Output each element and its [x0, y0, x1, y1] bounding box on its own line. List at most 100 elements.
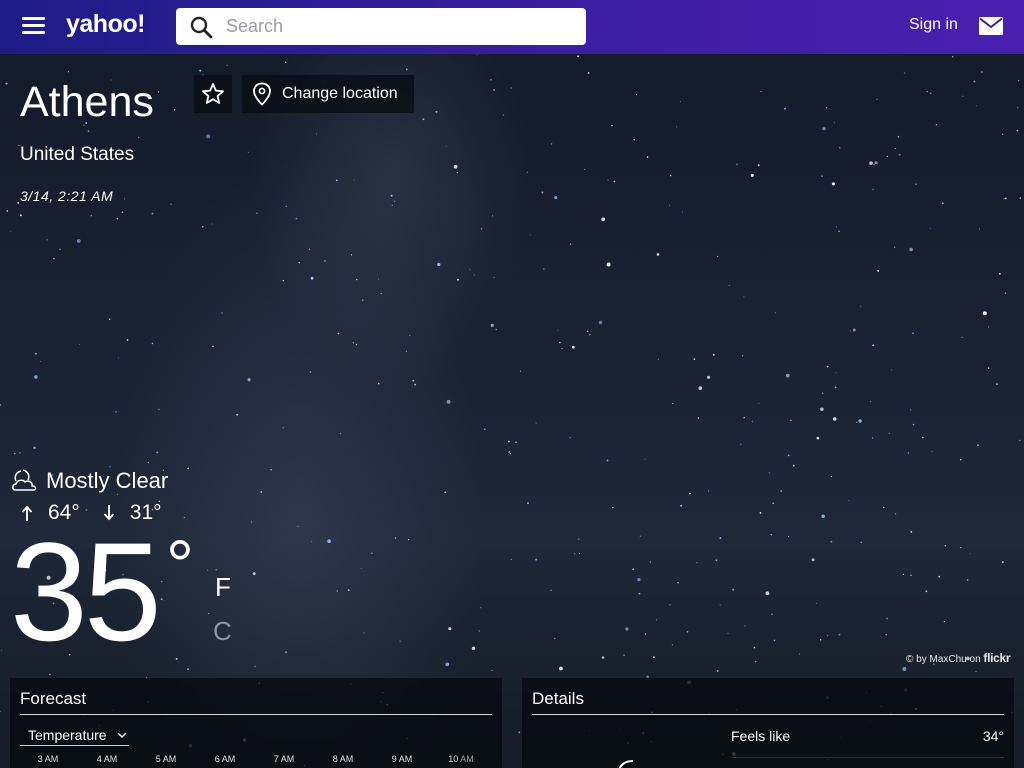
forecast-hour-label: 5 AM [155, 754, 177, 764]
star [677, 581, 679, 584]
star [19, 452, 21, 454]
star [728, 285, 730, 287]
star [311, 540, 313, 542]
star [445, 662, 450, 667]
star [771, 613, 774, 616]
star [207, 569, 209, 571]
star [835, 372, 837, 374]
star [743, 416, 746, 419]
star [0, 404, 2, 406]
star [930, 227, 932, 229]
star [820, 407, 824, 411]
star [298, 262, 300, 264]
star [816, 436, 820, 440]
detail-row-feels-like: Feels like 34° [731, 728, 1004, 758]
star [831, 182, 835, 186]
star [897, 135, 900, 138]
forecast-metric-dropdown[interactable]: Temperature [20, 724, 129, 746]
star [601, 656, 605, 659]
star [448, 627, 452, 631]
star [121, 211, 124, 213]
forecast-hour-label: 4 AM [96, 754, 118, 764]
star [680, 101, 681, 103]
forecast-title: Forecast [20, 689, 87, 708]
star [490, 323, 494, 328]
star [792, 464, 795, 467]
star [790, 419, 792, 422]
star [554, 196, 558, 200]
star [931, 451, 933, 453]
star [350, 254, 353, 256]
star [637, 578, 641, 582]
star [212, 345, 214, 348]
star [757, 164, 760, 167]
celsius-toggle[interactable]: C [213, 616, 232, 647]
condition-summary: Mostly Clear [46, 468, 169, 493]
star [282, 279, 285, 282]
star [834, 386, 837, 389]
forecast-hour-axis: 3 AM 4 AM 5 AM 6 AM 7 AM 8 AM 9 AM 10 AM [28, 754, 488, 766]
star [254, 665, 256, 667]
star [175, 657, 178, 660]
mail-icon[interactable] [979, 17, 1003, 35]
star [211, 223, 213, 225]
star [1016, 129, 1019, 132]
fahrenheit-toggle[interactable]: F [215, 572, 231, 603]
star [187, 467, 190, 470]
star [493, 276, 495, 278]
star [998, 272, 1001, 275]
star [206, 134, 211, 139]
star [158, 408, 160, 411]
star [825, 107, 828, 109]
star [1, 650, 3, 652]
star [309, 371, 311, 373]
star [541, 191, 544, 194]
star [508, 451, 511, 453]
photo-credit[interactable]: © by MaxChu on flickr [906, 651, 1011, 665]
star [510, 87, 512, 89]
star [437, 262, 441, 267]
star [751, 420, 754, 423]
forecast-hour-label: 7 AM [273, 754, 295, 764]
star [347, 589, 350, 592]
condition-row: Mostly Clear [12, 468, 168, 494]
star [79, 344, 81, 345]
star [962, 95, 964, 97]
star [390, 194, 393, 197]
star [915, 183, 917, 185]
top-navigation-bar: yahoo! Sign in [0, 0, 1024, 54]
star [316, 133, 317, 135]
forecast-hour-label: 10 AM [448, 754, 474, 764]
yahoo-logo[interactable]: yahoo! [66, 10, 145, 39]
change-location-button[interactable]: Change location [242, 75, 414, 113]
star [903, 72, 906, 74]
star [252, 572, 256, 576]
star [173, 108, 176, 111]
star [1017, 107, 1019, 109]
search-input[interactable] [226, 11, 566, 42]
star [676, 126, 678, 128]
star [578, 538, 580, 540]
hamburger-icon[interactable] [22, 17, 45, 35]
star [668, 204, 670, 206]
star [202, 226, 204, 228]
star [457, 278, 459, 281]
star [830, 540, 833, 543]
forecast-hour-label: 9 AM [391, 754, 413, 764]
star [371, 552, 373, 554]
star [480, 607, 482, 609]
star [557, 329, 559, 331]
star [236, 413, 239, 416]
sign-in-link[interactable]: Sign in [909, 16, 958, 34]
star [508, 440, 510, 443]
search-icon[interactable] [176, 8, 226, 45]
star [515, 441, 517, 443]
star [34, 352, 37, 355]
favorite-button[interactable] [194, 75, 232, 113]
star [569, 243, 572, 245]
star [750, 173, 754, 177]
star [5, 82, 8, 85]
star [558, 666, 563, 671]
star [942, 202, 944, 204]
star [732, 588, 735, 591]
